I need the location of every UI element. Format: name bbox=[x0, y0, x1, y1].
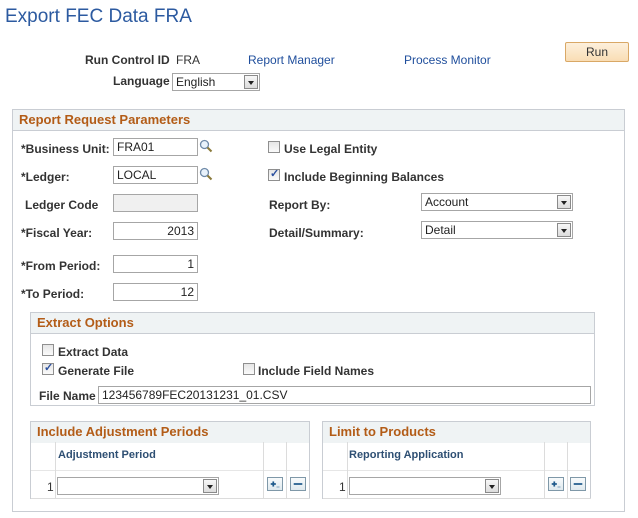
file-name-label: File Name bbox=[39, 389, 96, 403]
use-legal-entity-checkbox[interactable] bbox=[268, 141, 280, 153]
dropdown-arrow-icon[interactable] bbox=[557, 223, 571, 237]
include-beginning-balances-checkbox[interactable] bbox=[268, 167, 280, 181]
section-header: Include Adjustment Periods bbox=[31, 422, 309, 443]
delete-row-icon[interactable] bbox=[570, 477, 586, 491]
run-control-id-value: FRA bbox=[176, 53, 200, 67]
business-unit-label: *Business Unit: bbox=[21, 142, 110, 156]
dropdown-arrow-icon[interactable] bbox=[485, 479, 499, 493]
section-header: Limit to Products bbox=[323, 422, 590, 443]
language-label: Language bbox=[113, 74, 170, 88]
language-select[interactable]: English bbox=[172, 73, 260, 91]
from-period-input[interactable]: 1 bbox=[113, 255, 198, 273]
row-number: 1 bbox=[47, 480, 54, 494]
adjustment-period-select[interactable] bbox=[57, 477, 219, 495]
reporting-application-column-header: Reporting Application bbox=[349, 449, 464, 461]
report-by-value: Account bbox=[425, 195, 469, 209]
process-monitor-link[interactable]: Process Monitor bbox=[404, 53, 491, 67]
section-header: Report Request Parameters bbox=[13, 110, 624, 131]
reporting-application-select[interactable] bbox=[349, 477, 501, 495]
fiscal-year-input[interactable]: 2013 bbox=[113, 222, 198, 240]
extract-data-checkbox[interactable] bbox=[42, 344, 54, 356]
add-row-icon[interactable] bbox=[267, 477, 283, 491]
section-header: Extract Options bbox=[31, 313, 594, 334]
row-number: 1 bbox=[339, 480, 346, 494]
dropdown-arrow-icon[interactable] bbox=[244, 75, 258, 89]
include-beginning-balances-label: Include Beginning Balances bbox=[284, 170, 445, 184]
from-period-label: *From Period: bbox=[21, 259, 101, 273]
ledger-label: *Ledger: bbox=[21, 170, 70, 184]
extract-data-label: Extract Data bbox=[58, 345, 129, 359]
include-field-names-label: Include Field Names bbox=[258, 364, 375, 378]
business-unit-input[interactable]: FRA01 bbox=[113, 138, 198, 156]
to-period-input[interactable]: 12 bbox=[113, 283, 198, 301]
dropdown-arrow-icon[interactable] bbox=[557, 195, 571, 209]
detail-summary-label: Detail/Summary: bbox=[269, 226, 364, 240]
to-period-label: *To Period: bbox=[21, 287, 85, 301]
report-by-label: Report By: bbox=[269, 198, 331, 212]
report-by-select[interactable]: Account bbox=[421, 193, 573, 211]
add-row-icon[interactable] bbox=[548, 477, 564, 491]
ledger-code-input bbox=[113, 194, 198, 212]
include-field-names-checkbox[interactable] bbox=[243, 363, 255, 375]
run-button[interactable]: Run bbox=[565, 42, 629, 62]
ledger-code-label: Ledger Code bbox=[25, 198, 99, 212]
detail-summary-value: Detail bbox=[425, 223, 456, 237]
fiscal-year-label: *Fiscal Year: bbox=[21, 226, 93, 240]
lookup-icon[interactable] bbox=[199, 167, 213, 181]
page-title: Export FEC Data FRA bbox=[5, 6, 192, 27]
detail-summary-select[interactable]: Detail bbox=[421, 221, 573, 239]
report-manager-link[interactable]: Report Manager bbox=[248, 53, 335, 67]
file-name-input[interactable]: 123456789FEC20131231_01.CSV bbox=[98, 386, 591, 404]
run-control-id-label: Run Control ID bbox=[85, 53, 170, 67]
lookup-icon[interactable] bbox=[199, 139, 213, 153]
delete-row-icon[interactable] bbox=[290, 477, 306, 491]
dropdown-arrow-icon[interactable] bbox=[203, 479, 217, 493]
ledger-input[interactable]: LOCAL bbox=[113, 166, 198, 184]
generate-file-checkbox[interactable] bbox=[42, 361, 54, 375]
language-value: English bbox=[176, 75, 216, 89]
use-legal-entity-label: Use Legal Entity bbox=[284, 142, 378, 156]
generate-file-label: Generate File bbox=[58, 364, 135, 378]
adjustment-period-column-header: Adjustment Period bbox=[58, 449, 156, 461]
